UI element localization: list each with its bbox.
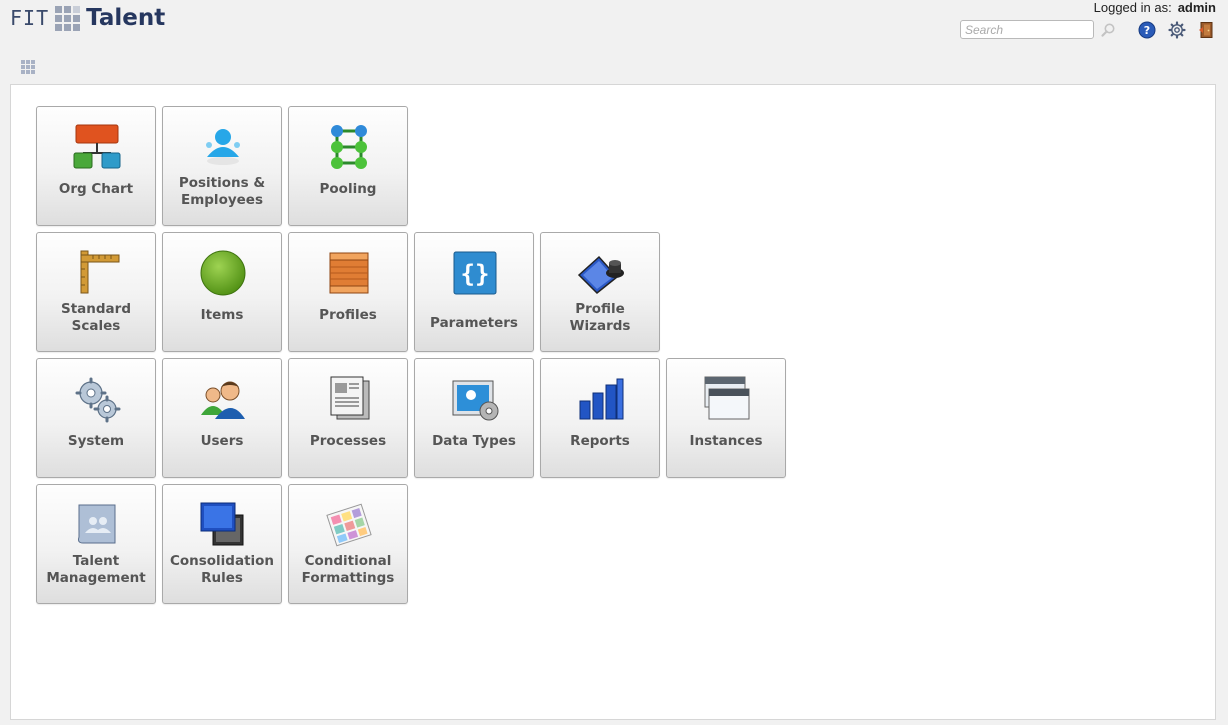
tile-label: Pooling — [319, 181, 377, 197]
tile-system[interactable]: System — [36, 358, 156, 478]
org-chart-icon — [73, 124, 121, 169]
tile-label: Profile Wizards — [569, 301, 631, 334]
tile-reports[interactable]: Reports — [540, 358, 660, 478]
conditional-formattings-icon — [326, 503, 372, 547]
tile-label: Users — [200, 433, 244, 449]
tile-label: Reports — [570, 433, 630, 449]
parameters-icon: {} — [453, 251, 497, 295]
settings-gear-icon[interactable] — [1168, 21, 1186, 39]
logo-grid-icon — [55, 5, 81, 31]
users-icon — [201, 381, 245, 419]
tile-label: Standard Scales — [61, 301, 131, 334]
app-logo: FIT Talent — [10, 3, 165, 33]
logout-door-icon[interactable] — [1198, 21, 1216, 39]
svg-text:{}: {} — [461, 260, 490, 288]
login-prefix: Logged in as: — [1093, 0, 1172, 15]
tile-label: Org Chart — [58, 181, 134, 197]
items-icon — [200, 250, 246, 296]
tile-label: Processes — [309, 433, 387, 449]
tile-talent-management[interactable]: Talent Management — [36, 484, 156, 604]
talent-management-icon — [78, 504, 116, 544]
help-icon[interactable]: ? — [1138, 21, 1156, 39]
pooling-icon — [331, 125, 367, 169]
logo-talent-text: Talent — [86, 5, 166, 31]
tile-label: Instances — [689, 433, 763, 449]
tile-label: Positions & Employees — [178, 175, 266, 208]
tile-profile-wizards[interactable]: Profile Wizards — [540, 232, 660, 352]
tile-data-types[interactable]: Data Types — [414, 358, 534, 478]
scales-icon — [80, 250, 120, 294]
consolidation-rules-icon — [200, 502, 244, 546]
tile-pooling[interactable]: Pooling — [288, 106, 408, 226]
reports-icon — [579, 378, 624, 420]
tile-label: Conditional Formattings — [301, 553, 395, 586]
search-input[interactable] — [960, 20, 1094, 39]
tile-standard-scales[interactable]: Standard Scales — [36, 232, 156, 352]
tile-conditional-formattings[interactable]: Conditional Formattings — [288, 484, 408, 604]
tile-positions-employees[interactable]: Positions & Employees — [162, 106, 282, 226]
tile-consolidation-rules[interactable]: Consolidation Rules — [162, 484, 282, 604]
profiles-icon — [329, 252, 369, 294]
positions-icon — [206, 129, 240, 165]
tile-label: Consolidation Rules — [169, 553, 275, 586]
tile-label: Talent Management — [46, 553, 146, 586]
home-grid-icon[interactable] — [21, 60, 35, 74]
tile-label: System — [67, 433, 125, 449]
tile-instances[interactable]: Instances — [666, 358, 786, 478]
tile-processes[interactable]: Processes — [288, 358, 408, 478]
instances-icon — [704, 376, 750, 420]
tile-users[interactable]: Users — [162, 358, 282, 478]
svg-text:?: ? — [1144, 24, 1150, 37]
tile-label: Parameters — [430, 315, 518, 331]
data-types-icon — [452, 380, 499, 421]
tile-label: Items — [200, 307, 244, 323]
login-user: admin — [1177, 0, 1216, 15]
tile-label: Profiles — [319, 307, 377, 323]
tile-label: Data Types — [432, 433, 516, 449]
profile-wizards-icon — [577, 255, 624, 295]
tile-profiles[interactable]: Profiles — [288, 232, 408, 352]
logo-fit-text: FIT — [10, 6, 50, 30]
search-icon[interactable] — [1100, 22, 1116, 38]
tile-org-chart[interactable]: Org Chart — [36, 106, 156, 226]
tile-items[interactable]: Items — [162, 232, 282, 352]
processes-icon — [330, 376, 370, 420]
modules-panel: Org Chart Positions & Employees Pooling — [10, 84, 1216, 720]
tile-parameters[interactable]: {} Parameters — [414, 232, 534, 352]
system-icon — [75, 377, 121, 423]
login-status: Logged in as: admin — [1094, 0, 1216, 15]
